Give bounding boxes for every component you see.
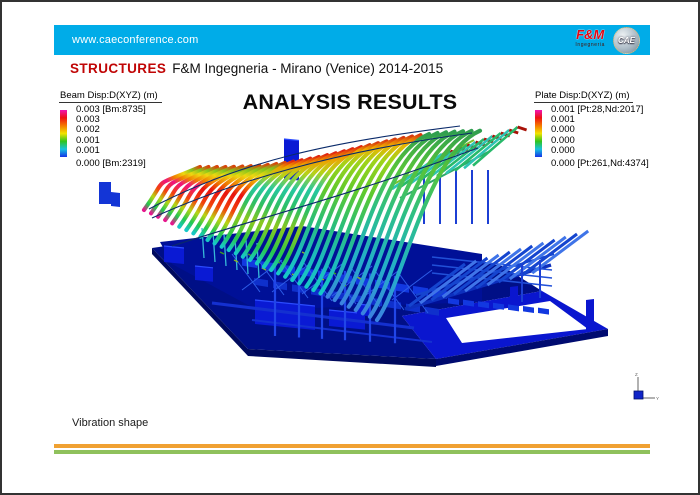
conference-url: www.caeconference.com <box>54 34 198 46</box>
beam-colorbar <box>60 110 67 157</box>
plate-displacement-legend: Plate Disp:D(XYZ) (m) 0.001 [Pt:28,Nd:20… <box>534 90 649 169</box>
presentation-slide: www.caeconference.com F&M Ingegneria CAE… <box>0 0 700 495</box>
slide-header: STRUCTURES F&M Ingegneria - Mirano (Venic… <box>70 61 443 76</box>
cae-conference-logo: CAE <box>613 27 640 54</box>
beam-legend-title: Beam Disp:D(XYZ) (m) <box>59 90 162 103</box>
footer-stripe-orange <box>54 444 650 448</box>
coordinate-triad-icon: Z Y <box>622 370 660 412</box>
top-banner: www.caeconference.com F&M Ingegneria CAE <box>54 25 650 55</box>
plate-colorbar <box>535 110 542 157</box>
triad-up-label: Z <box>635 372 638 377</box>
legend-value: 0.001 <box>76 146 162 156</box>
beam-displacement-legend: Beam Disp:D(XYZ) (m) 0.003 [Bm:8735] 0.0… <box>59 90 162 169</box>
slide-caption: Vibration shape <box>72 417 148 429</box>
footer-stripe-green <box>54 450 650 454</box>
fm-ingegneria-logo: F&M Ingegneria <box>575 30 605 50</box>
project-title: F&M Ingegneria - Mirano (Venice) 2014-20… <box>172 61 443 76</box>
brand-label: STRUCTURES <box>70 61 166 76</box>
legend-value: 0.000 [Bm:2319] <box>76 159 162 169</box>
plate-legend-title: Plate Disp:D(XYZ) (m) <box>534 90 633 103</box>
logo-group: F&M Ingegneria CAE <box>575 27 650 54</box>
legend-value: 0.000 [Pt:261,Nd:4374] <box>551 159 649 169</box>
legend-value: 0.000 <box>551 146 649 156</box>
triad-right-label: Y <box>656 396 659 401</box>
